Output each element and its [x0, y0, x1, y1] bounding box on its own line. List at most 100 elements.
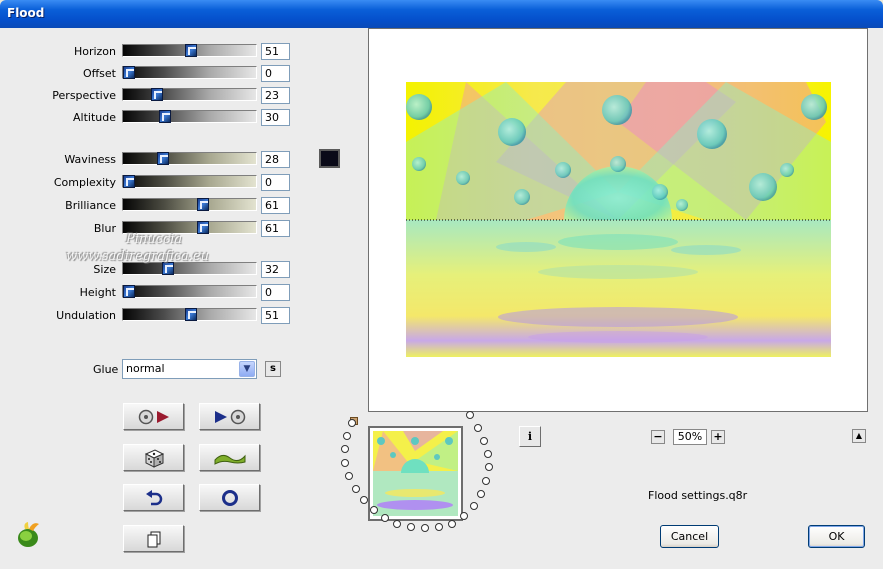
slider-thumb[interactable] — [185, 308, 197, 321]
slider-label: Height — [79, 286, 116, 299]
slider-row-altitude: Altitude 30 — [0, 108, 300, 128]
settings-filename: Flood settings.q8r — [648, 489, 748, 502]
info-button[interactable]: i — [519, 426, 541, 447]
navigator-dot[interactable] — [352, 485, 360, 493]
save-preset-icon — [213, 409, 247, 425]
navigator-dot[interactable] — [484, 450, 492, 458]
slider-thumb[interactable] — [197, 198, 209, 211]
chevron-down-icon[interactable]: ▼ — [239, 361, 255, 377]
undo-icon — [145, 489, 163, 507]
slider-label: Horizon — [73, 45, 116, 58]
collapse-icon[interactable]: ▲ — [852, 429, 866, 443]
slider-thumb[interactable] — [159, 110, 171, 123]
navigator-dot[interactable] — [348, 419, 356, 427]
slider-track[interactable] — [122, 110, 257, 123]
wave-icon — [213, 450, 247, 466]
zoom-level: 50% — [673, 429, 707, 445]
navigator-dot[interactable] — [477, 490, 485, 498]
navigator-dot[interactable] — [341, 445, 349, 453]
slider-value-field[interactable]: 30 — [261, 109, 290, 126]
glue-label: Glue — [93, 363, 119, 376]
slider-track[interactable] — [122, 88, 257, 101]
slider-row-offset: Offset 0 — [0, 64, 300, 84]
slider-track[interactable] — [122, 152, 257, 165]
navigator-dot[interactable] — [460, 512, 468, 520]
navigator-dot[interactable] — [480, 437, 488, 445]
glue-selected-value: normal — [126, 362, 165, 375]
slider-thumb[interactable] — [123, 285, 135, 298]
save-preset-button[interactable] — [199, 403, 260, 430]
slider-label: Waviness — [64, 153, 116, 166]
glue-select[interactable]: normal ▼ — [122, 359, 257, 379]
cancel-button[interactable]: Cancel — [660, 525, 719, 548]
navigator-dot[interactable] — [345, 472, 353, 480]
slider-thumb[interactable] — [123, 66, 135, 79]
randomize-button[interactable] — [123, 444, 184, 471]
slider-value-field[interactable]: 51 — [261, 43, 290, 60]
navigator-dot[interactable] — [482, 477, 490, 485]
navigator-dot[interactable] — [360, 496, 368, 504]
reset-button[interactable] — [199, 484, 260, 511]
slider-row-height: Height 0 — [0, 283, 300, 303]
navigator-dot[interactable] — [466, 411, 474, 419]
slider-row-perspective: Perspective 23 — [0, 86, 300, 106]
navigator-dot[interactable] — [343, 432, 351, 440]
slider-track[interactable] — [122, 44, 257, 57]
navigator-dot[interactable] — [474, 424, 482, 432]
dialog-client: Horizon 51 Offset 0 Perspective 23 Altitude 30 W… — [0, 28, 883, 569]
navigator-dot[interactable] — [470, 502, 478, 510]
slider-row-complexity: Complexity 0 — [0, 173, 300, 193]
glue-settings-button[interactable]: s — [265, 361, 281, 377]
load-preset-button[interactable] — [123, 403, 184, 430]
slider-value-field[interactable]: 61 — [261, 197, 290, 214]
slider-thumb[interactable] — [157, 152, 169, 165]
navigator-thumbnail[interactable] — [368, 426, 463, 521]
ok-button[interactable]: OK — [808, 525, 865, 548]
slider-thumb[interactable] — [185, 44, 197, 57]
slider-label: Complexity — [53, 176, 116, 189]
slider-track[interactable] — [122, 285, 257, 298]
color-swatch[interactable] — [319, 149, 340, 168]
copy-button[interactable] — [123, 525, 184, 552]
slider-value-field[interactable]: 23 — [261, 87, 290, 104]
slider-value-field[interactable]: 61 — [261, 220, 290, 237]
slider-value-field[interactable]: 0 — [261, 65, 290, 82]
slider-value-field[interactable]: 0 — [261, 284, 290, 301]
slider-value-field[interactable]: 28 — [261, 151, 290, 168]
navigator-dot[interactable] — [448, 520, 456, 528]
navigator-dot[interactable] — [370, 506, 378, 514]
slider-track[interactable] — [122, 175, 257, 188]
undo-button[interactable] — [123, 484, 184, 511]
title-bar[interactable]: Flood — [0, 0, 883, 28]
preview-image — [406, 82, 831, 357]
navigator-dot[interactable] — [393, 520, 401, 528]
slider-row-undulation: Undulation 51 — [0, 306, 300, 326]
reset-icon — [221, 489, 239, 507]
navigator-dot[interactable] — [341, 459, 349, 467]
navigator-dot[interactable] — [407, 523, 415, 531]
navigator-dot[interactable] — [381, 514, 389, 522]
slider-track[interactable] — [122, 308, 257, 321]
slider-row-horizon: Horizon 51 — [0, 42, 300, 62]
slider-label: Brilliance — [65, 199, 116, 212]
randomize-dice-icon — [143, 448, 165, 468]
zoom-in-button[interactable]: + — [711, 430, 725, 444]
slider-row-brilliance: Brilliance 61 — [0, 196, 300, 216]
zoom-out-button[interactable]: − — [651, 430, 665, 444]
navigator-dot[interactable] — [421, 524, 429, 532]
slider-track[interactable] — [122, 198, 257, 211]
slider-row-waviness: Waviness 28 — [0, 150, 300, 170]
slider-value-field[interactable]: 32 — [261, 261, 290, 278]
navigator-dot[interactable] — [435, 523, 443, 531]
watermark: Pinuccia www.sadiregrafica.eu — [66, 232, 209, 264]
slider-thumb[interactable] — [151, 88, 163, 101]
wave-button[interactable] — [199, 444, 260, 471]
slider-label: Offset — [82, 67, 116, 80]
slider-value-field[interactable]: 0 — [261, 174, 290, 191]
navigator-dot[interactable] — [485, 463, 493, 471]
slider-value-field[interactable]: 51 — [261, 307, 290, 324]
slider-label: Perspective — [52, 89, 116, 102]
preview-pane[interactable] — [368, 28, 868, 412]
slider-track[interactable] — [122, 66, 257, 79]
slider-thumb[interactable] — [123, 175, 135, 188]
